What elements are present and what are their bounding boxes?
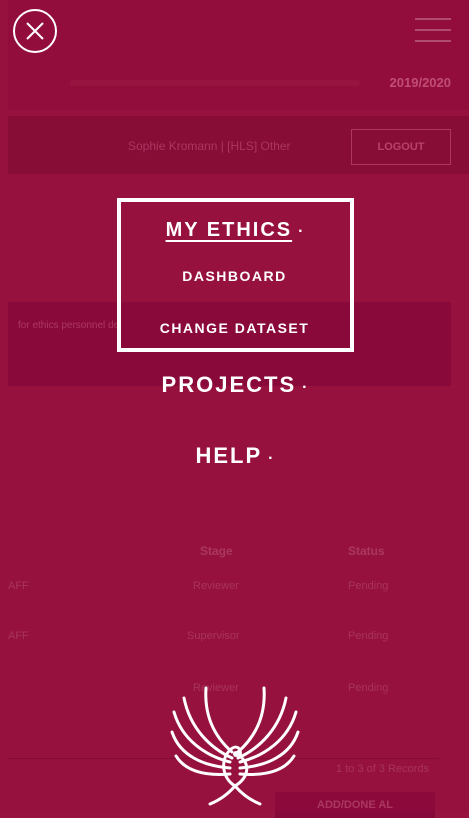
menu-item-my-ethics[interactable]: MY ETHICS · xyxy=(0,219,469,242)
phoenix-logo xyxy=(170,686,300,806)
menu-item-dashboard[interactable]: DASHBOARD xyxy=(0,268,469,284)
menu-item-change-dataset[interactable]: CHANGE DATASET xyxy=(0,320,469,336)
menu-item-label: HELP xyxy=(195,443,263,468)
dot-icon: · xyxy=(298,223,304,240)
hamburger-icon[interactable] xyxy=(415,16,451,44)
menu-item-help[interactable]: HELP · xyxy=(0,443,469,469)
close-menu-button[interactable] xyxy=(13,9,57,53)
menu-item-label: MY ETHICS xyxy=(165,219,293,241)
menu-item-label: PROJECTS xyxy=(161,372,297,397)
dot-icon: · xyxy=(302,379,308,396)
dot-icon: · xyxy=(268,450,274,467)
close-icon xyxy=(26,22,44,40)
menu-item-projects[interactable]: PROJECTS · xyxy=(0,372,469,398)
